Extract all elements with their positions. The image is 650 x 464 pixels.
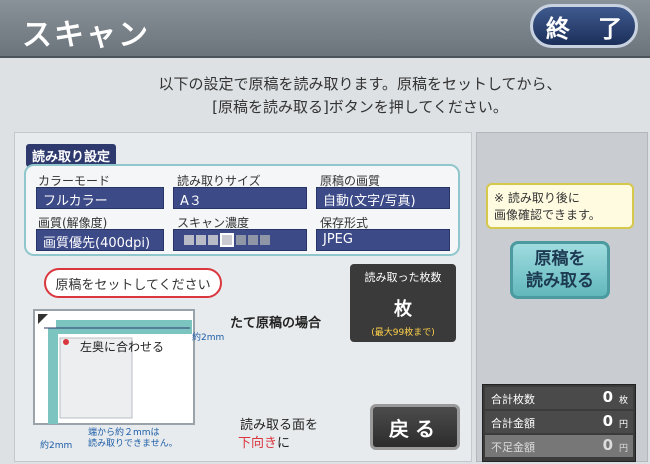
shortage-amount-label: 不足金額 [491,441,535,454]
density-slider [173,229,307,251]
face-note-line-1: 読み取る面を [240,418,319,433]
count-note: (最大99枚まで) [371,328,435,338]
format-value: JPEG [316,229,450,251]
total-sheets-label: 合計枚数 [491,393,535,406]
instruction-line-1: 以下の設定で原稿を読み取ります。原稿をセットしてから、 [158,75,562,93]
face-down-text: 下向き [238,436,278,451]
density-level [236,235,246,245]
scan-screen: スキャン 終 了 以下の設定で原稿を読み取ります。原稿をセットしてから、 [原稿… [0,0,650,464]
count-unit: 枚 [394,299,412,320]
read-size-value: A３ [173,187,307,209]
face-note-suffix: に [277,436,291,451]
total-sheets-value: 0 [602,388,613,406]
read-button-line-2: 読み取る [526,271,594,291]
total-amount-unit: 円 [618,420,628,430]
image-quality-value: 自動(文字/写真) [316,187,450,209]
count-title: 読み取った枚数 [364,271,442,284]
confirm-note: ※ 読み取り後に 画像確認できます。 [486,183,634,229]
shortage-amount-value: 0 [602,436,613,454]
instruction-line-2: [原稿を読み取る]ボタンを押してください。 [212,98,508,116]
total-amount-label: 合計金額 [491,417,535,430]
shortage-amount-row: 不足金額 0 円 [485,435,633,457]
face-note-line-2: 下向きに [238,432,290,451]
total-sheets-row: 合計枚数 0 枚 [485,387,633,409]
back-button[interactable]: 戻る [370,404,460,450]
confirm-note-line-1: ※ 読み取り後に [494,191,580,205]
totals-panel: 合計枚数 0 枚 合計金額 0 円 不足金額 0 円 [482,384,636,462]
edge-note-line-2: 読み取りできません。 [88,439,178,449]
shortage-amount-unit: 円 [618,444,628,454]
page-title: スキャン [22,18,150,53]
color-mode-value: フルカラー [36,187,164,209]
corner-align-label: 左奥に合わせる [80,340,165,354]
margin-right-label: 約2mm [192,333,225,343]
portrait-note: たて原稿の場合 [230,316,322,331]
read-button-line-1: 原稿を [534,249,586,269]
end-button[interactable]: 終 了 [530,4,638,48]
scanned-count-box: 読み取った枚数 枚 (最大99枚まで) [350,264,456,342]
density-level [248,235,258,245]
total-sheets-unit: 枚 [618,396,628,406]
scanner-glass-diagram [33,309,195,425]
edge-note-line-1: 端から約２mmは [88,428,160,438]
density-level [260,235,270,245]
total-amount-row: 合計金額 0 円 [485,411,633,433]
density-level [184,235,194,245]
density-level [196,235,206,245]
confirm-note-line-2: 画像確認できます。 [494,208,601,222]
resolution-value: 画質優先(400dpi) [36,229,164,251]
density-level-selected [220,233,234,247]
density-level [208,235,218,245]
set-document-prompt: 原稿をセットしてください [44,268,222,298]
header-bar: スキャン 終 了 [0,0,650,58]
total-amount-value: 0 [602,412,613,430]
read-document-button[interactable]: 原稿を 読み取る [510,241,610,299]
edge-note: 端から約２mmは 読み取りできません。 [88,428,178,450]
margin-bottom-label: 約2mm [40,441,73,451]
